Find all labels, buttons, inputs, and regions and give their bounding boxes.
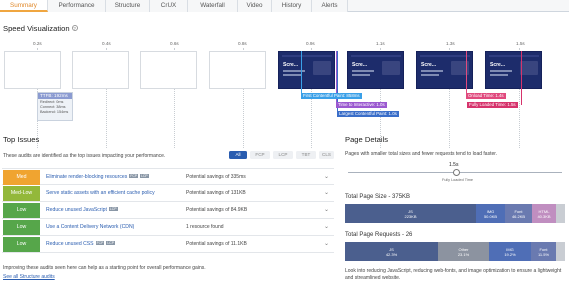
issue-impact: 1 resource found bbox=[186, 224, 224, 230]
tab-structure[interactable]: Structure bbox=[106, 0, 150, 12]
severity-badge: Med-Low bbox=[3, 186, 40, 201]
page-requests-title: Total Page Requests - 26 bbox=[345, 232, 413, 238]
filmstrip-frame[interactable] bbox=[4, 51, 61, 89]
bar-segment: Font 46.2KB bbox=[505, 204, 532, 223]
tab-video[interactable]: Video bbox=[238, 0, 272, 12]
filmstrip-frame[interactable]: Scre... bbox=[347, 51, 404, 89]
fully-loaded-value: 1.5s bbox=[449, 162, 459, 168]
timeline-tick: 0.8s bbox=[238, 41, 247, 46]
filmstrip-frame[interactable]: Scre... bbox=[485, 51, 542, 89]
filmstrip-frame[interactable]: Scre... bbox=[278, 51, 335, 89]
tti-marker: Time to Interactive: 1.0s bbox=[336, 102, 387, 108]
ttfb-backend: Backend: 154ms bbox=[40, 110, 69, 114]
tab-crux[interactable]: CrUX bbox=[150, 0, 188, 12]
fcp-marker: First Contentful Paint: 858ms bbox=[301, 93, 362, 99]
see-all-structure-link[interactable]: See all Structure audits bbox=[3, 274, 55, 280]
timeline-tick: 0.2s bbox=[33, 41, 42, 46]
filter-tbt-button[interactable]: TBT bbox=[296, 151, 316, 159]
bar-segment: JS 42.3% bbox=[345, 242, 438, 261]
chevron-down-icon[interactable]: ⌄ bbox=[324, 173, 329, 180]
bar-segment: IMG 19.2% bbox=[489, 242, 531, 261]
bar-segment: JS 223KB bbox=[345, 204, 476, 223]
issue-impact: Potential savings of 131KB bbox=[186, 190, 246, 196]
chevron-down-icon[interactable]: ⌄ bbox=[324, 223, 329, 230]
issue-impact: Potential savings of 335ms bbox=[186, 174, 246, 180]
help-icon[interactable]: ? bbox=[71, 25, 78, 31]
issue-title[interactable]: Reduce unused JavaScript LCP bbox=[46, 207, 118, 213]
bar-segment bbox=[556, 204, 565, 223]
filter-all-button[interactable]: All bbox=[229, 151, 247, 159]
fully-loaded-label: Fully Loaded Time bbox=[442, 178, 474, 182]
severity-badge: Med bbox=[3, 170, 40, 185]
issue-title[interactable]: Serve static assets with an efficient ca… bbox=[46, 190, 155, 196]
tab-alerts[interactable]: Alerts bbox=[312, 0, 348, 12]
filter-lcp-button[interactable]: LCP bbox=[273, 151, 293, 159]
tab-bar: Summary Performance Structure CrUX Water… bbox=[0, 0, 569, 12]
page-requests-bar: JS 42.3% Other 23.1% IMG 19.2% Font 11.5% bbox=[345, 242, 565, 261]
ttfb-label: TTFB: 192ms bbox=[38, 93, 72, 99]
top-issues-subtitle: These audits are identified as the top i… bbox=[3, 153, 166, 159]
onload-marker: Onload Time: 1.4s bbox=[466, 93, 506, 99]
top-issues-title: Top Issues bbox=[3, 135, 40, 144]
filmstrip-frame[interactable] bbox=[72, 51, 129, 89]
chevron-down-icon[interactable]: ⌄ bbox=[324, 189, 329, 196]
issues-footer: Improving these audits seen here can hel… bbox=[3, 265, 206, 271]
issue-title[interactable]: Reduce unused CSS FCP LCP bbox=[46, 241, 115, 247]
severity-badge: Low bbox=[3, 220, 40, 235]
page-details-subtitle: Pages with smaller total sizes and fewer… bbox=[345, 151, 498, 157]
timeline-tick: 1.5s bbox=[516, 41, 525, 46]
page-details-title: Page Details bbox=[345, 135, 389, 144]
fully-loaded-marker-dot bbox=[453, 169, 460, 176]
tab-performance[interactable]: Performance bbox=[48, 0, 106, 12]
issue-row[interactable]: Low Use a Content Delivery Network (CDN)… bbox=[2, 219, 334, 236]
severity-badge: Low bbox=[3, 237, 40, 252]
bar-segment: IMG 50.0KB bbox=[476, 204, 505, 223]
page-size-title: Total Page Size - 375KB bbox=[345, 194, 411, 200]
filmstrip-frame[interactable] bbox=[209, 51, 266, 89]
filter-cls-button[interactable]: CLS bbox=[319, 151, 334, 159]
speed-visualization-title: Speed Visualization? bbox=[3, 24, 78, 33]
bar-segment: Other 23.1% bbox=[438, 242, 489, 261]
issue-title[interactable]: Use a Content Delivery Network (CDN) bbox=[46, 224, 134, 230]
issue-impact: Potential savings of 84.9KB bbox=[186, 207, 248, 213]
tab-history[interactable]: History bbox=[272, 0, 312, 12]
bar-segment: Font 11.5% bbox=[531, 242, 556, 261]
bar-segment: HTML 40.3KB bbox=[532, 204, 556, 223]
timeline-tick: 0.4s bbox=[102, 41, 111, 46]
lcp-marker: Largest Contentful Paint: 1.0s bbox=[337, 111, 399, 117]
filmstrip-frame[interactable] bbox=[140, 51, 197, 89]
tab-waterfall[interactable]: Waterfall bbox=[188, 0, 238, 12]
timeline-tick: 1.1s bbox=[376, 41, 385, 46]
issue-impact: Potential savings of 11.1KB bbox=[186, 241, 247, 247]
ttfb-box: TTFB: 192ms Redirect: 0ms Connect: 38ms … bbox=[37, 92, 73, 121]
issue-row[interactable]: Low Reduce unused CSS FCP LCP Potential sa… bbox=[2, 236, 334, 253]
tab-summary[interactable]: Summary bbox=[0, 0, 48, 12]
issue-row[interactable]: Low Reduce unused JavaScript LCP Potentia… bbox=[2, 202, 334, 219]
severity-badge: Low bbox=[3, 203, 40, 218]
issue-row[interactable]: Med Eliminate render-blocking resources F… bbox=[2, 168, 334, 185]
timeline-tick: 1.3s bbox=[446, 41, 455, 46]
timeline-tick: 0.9s bbox=[306, 41, 315, 46]
fully-loaded-marker: Fully Loaded Time: 1.5s bbox=[467, 102, 518, 108]
chevron-down-icon[interactable]: ⌄ bbox=[324, 240, 329, 247]
page-details-note: Look into reducing JavaScript, reducing … bbox=[345, 268, 562, 281]
filmstrip-frame[interactable]: Scre... bbox=[416, 51, 473, 89]
chevron-down-icon[interactable]: ⌄ bbox=[324, 206, 329, 213]
timeline-tick: 0.6s bbox=[170, 41, 179, 46]
issue-row[interactable]: Med-Low Serve static assets with an effi… bbox=[2, 185, 334, 202]
page-size-bar: JS 223KB IMG 50.0KB Font 46.2KB HTML 40.3KB bbox=[345, 204, 565, 223]
bar-segment bbox=[556, 242, 565, 261]
filter-fcp-button[interactable]: FCP bbox=[250, 151, 270, 159]
issue-title[interactable]: Eliminate render-blocking resources FCP LC… bbox=[46, 174, 149, 180]
